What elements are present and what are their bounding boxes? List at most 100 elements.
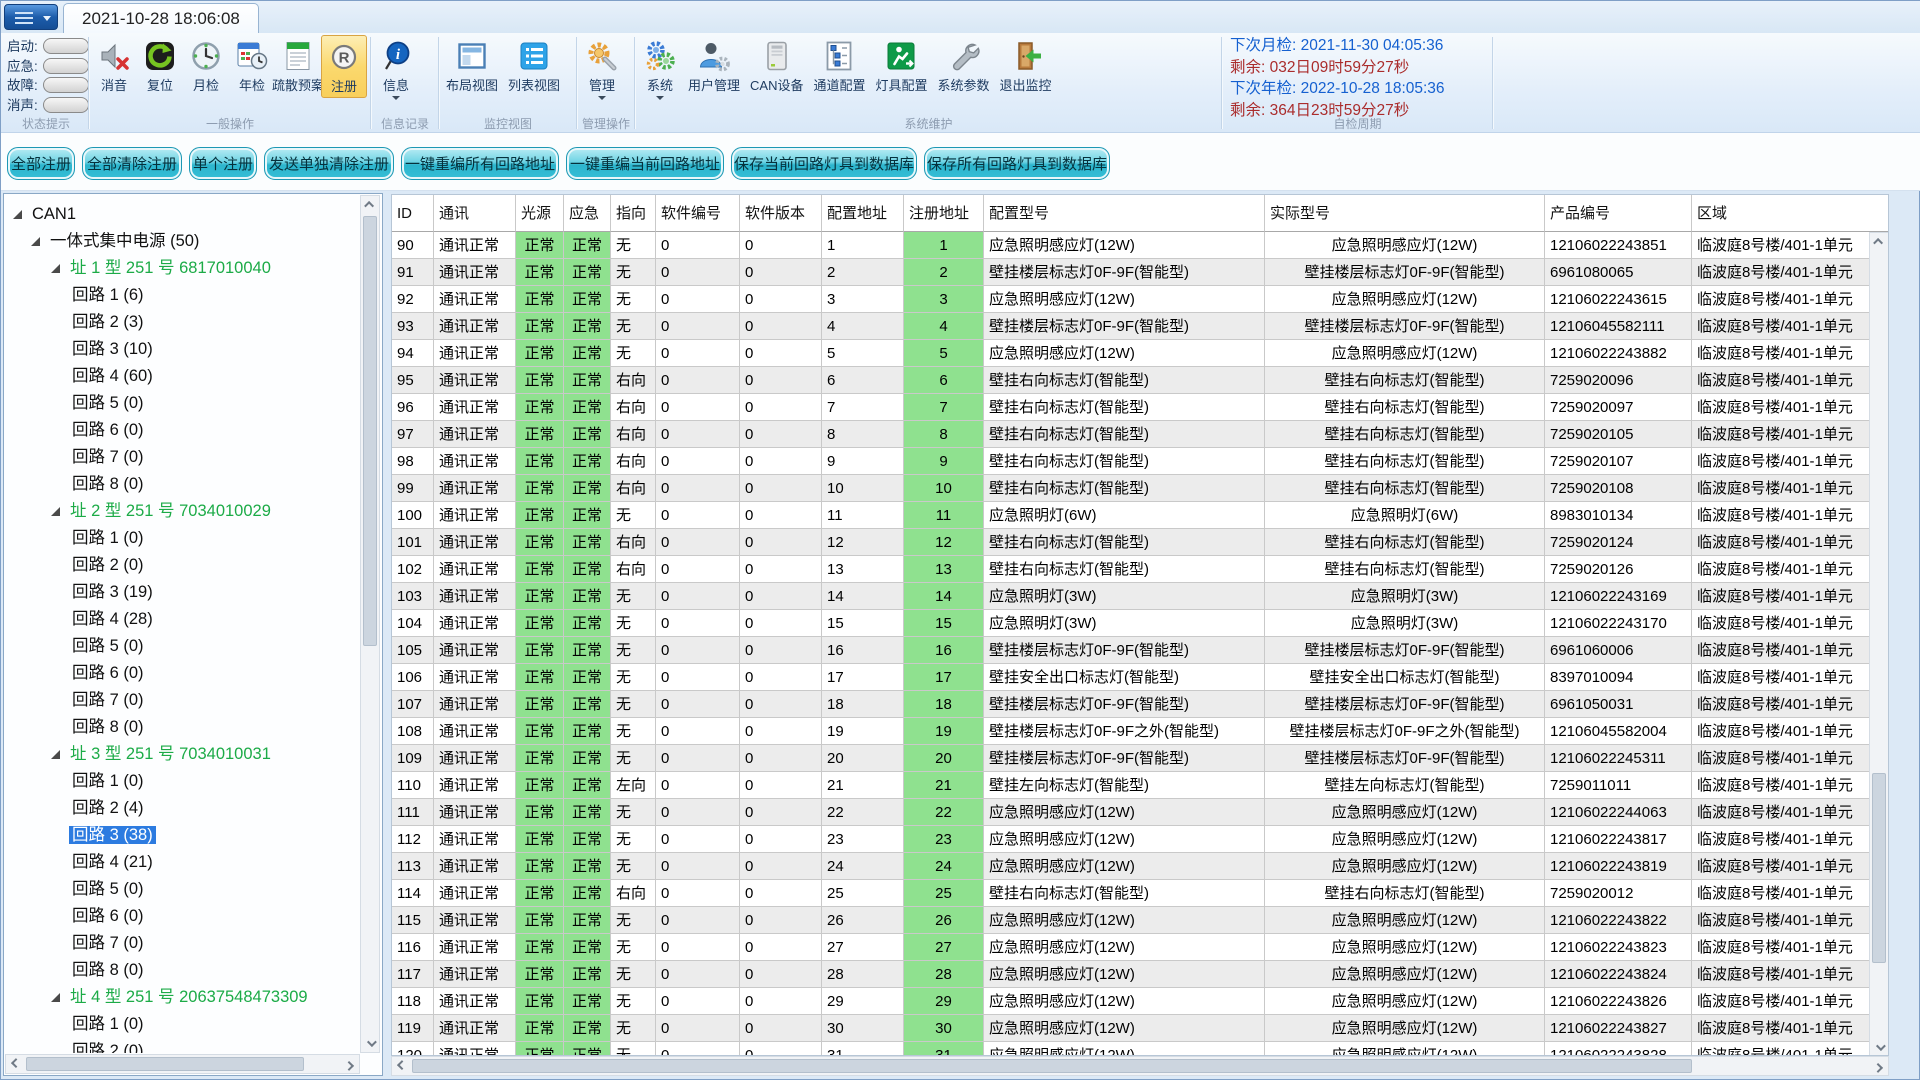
table-row[interactable]: 120通讯正常正常正常无003131应急照明感应灯(12W)应急照明感应灯(12… (392, 1042, 1889, 1056)
column-header-sw_no[interactable]: 软件编号 (656, 195, 740, 232)
table-row[interactable]: 107通讯正常正常正常无001818壁挂楼层标志灯0F-9F(智能型)壁挂楼层标… (392, 691, 1889, 718)
action-button-8[interactable]: 保存所有回路灯具到数据库 (924, 147, 1110, 180)
ribbon-button-system[interactable]: 系统 (637, 35, 683, 102)
table-row[interactable]: 102通讯正常正常正常右向001313壁挂右向标志灯(智能型)壁挂右向标志灯(智… (392, 556, 1889, 583)
action-button-3[interactable]: 单个注册 (189, 147, 257, 180)
ribbon-button-list-view[interactable]: 列表视图 (503, 35, 565, 96)
tree-node-circuit[interactable]: 回路 3 (38) (69, 822, 156, 849)
table-row[interactable]: 92通讯正常正常正常无0033应急照明感应灯(12W)应急照明感应灯(12W)1… (392, 286, 1889, 313)
tree-node-circuit[interactable]: 回路 1 (0) (69, 525, 147, 552)
table-row[interactable]: 103通讯正常正常正常无001414应急照明灯(3W)应急照明灯(3W)1210… (392, 583, 1889, 610)
ribbon-button-channel-config[interactable]: 通道配置 (808, 35, 870, 96)
ribbon-button-manage[interactable]: 管理 (579, 35, 625, 102)
tree-node-can1[interactable]: CAN1 (13, 201, 79, 228)
table-vscroll-thumb[interactable] (1872, 773, 1886, 963)
ribbon-button-can-device[interactable]: CAN设备 (745, 35, 808, 96)
scroll-left-icon[interactable] (6, 1055, 23, 1073)
tree-node-circuit[interactable]: 回路 2 (0) (69, 552, 147, 579)
ribbon-button-reset[interactable]: 复位 (137, 35, 183, 96)
column-header-dir[interactable]: 指向 (611, 195, 656, 232)
tree-node-circuit[interactable]: 回路 7 (0) (69, 930, 147, 957)
table-row[interactable]: 105通讯正常正常正常无001616壁挂楼层标志灯0F-9F(智能型)壁挂楼层标… (392, 637, 1889, 664)
table-row[interactable]: 117通讯正常正常正常无002828应急照明感应灯(12W)应急照明感应灯(12… (392, 961, 1889, 988)
table-hscroll-thumb[interactable] (412, 1059, 1692, 1073)
table-row[interactable]: 98通讯正常正常正常右向0099壁挂右向标志灯(智能型)壁挂右向标志灯(智能型)… (392, 448, 1889, 475)
column-header-cfg_model[interactable]: 配置型号 (984, 195, 1265, 232)
tree-node-circuit[interactable]: 回路 2 (4) (69, 795, 147, 822)
table-row[interactable]: 109通讯正常正常正常无002020壁挂楼层标志灯0F-9F(智能型)壁挂楼层标… (392, 745, 1889, 772)
tree-node-circuit[interactable]: 回路 2 (3) (69, 309, 147, 336)
column-header-reg_addr[interactable]: 注册地址 (904, 195, 984, 232)
table-row[interactable]: 93通讯正常正常正常无0044壁挂楼层标志灯0F-9F(智能型)壁挂楼层标志灯0… (392, 313, 1889, 340)
column-header-emg[interactable]: 应急 (564, 195, 611, 232)
tree-expander-icon[interactable] (51, 507, 60, 516)
tree-node-address[interactable]: 址 3 型 251 号 7034010031 (51, 741, 274, 768)
table-row[interactable]: 94通讯正常正常正常无0055应急照明感应灯(12W)应急照明感应灯(12W)1… (392, 340, 1889, 367)
tree-node-circuit[interactable]: 回路 1 (0) (69, 1011, 147, 1038)
action-button-1[interactable]: 全部注册 (7, 147, 75, 180)
table-row[interactable]: 100通讯正常正常正常无001111应急照明灯(6W)应急照明灯(6W)8983… (392, 502, 1889, 529)
tree-expander-icon[interactable] (31, 237, 40, 246)
tree-node-circuit[interactable]: 回路 4 (28) (69, 606, 156, 633)
tree-node-circuit[interactable]: 回路 6 (0) (69, 660, 147, 687)
column-header-area[interactable]: 区域 (1692, 195, 1889, 232)
tree-horizontal-scrollbar[interactable] (5, 1054, 360, 1074)
tree-expander-icon[interactable] (51, 750, 60, 759)
scroll-down-icon[interactable] (361, 1035, 379, 1052)
column-header-id[interactable]: ID (392, 195, 434, 232)
ribbon-button-mute[interactable]: 消音 (91, 35, 137, 96)
tree-node-circuit[interactable]: 回路 4 (60) (69, 363, 156, 390)
tree-node-address[interactable]: 址 4 型 251 号 20637548473309 (51, 984, 311, 1011)
column-header-light[interactable]: 光源 (516, 195, 564, 232)
table-row[interactable]: 104通讯正常正常正常无001515应急照明灯(3W)应急照明灯(3W)1210… (392, 610, 1889, 637)
table-row[interactable]: 110通讯正常正常正常左向002121壁挂左向标志灯(智能型)壁挂左向标志灯(智… (392, 772, 1889, 799)
tree-node-circuit[interactable]: 回路 2 (0) (69, 1038, 147, 1053)
tree-vscroll-thumb[interactable] (363, 216, 377, 646)
tree-node-address[interactable]: 址 1 型 251 号 6817010040 (51, 255, 274, 282)
table-row[interactable]: 113通讯正常正常正常无002424应急照明感应灯(12W)应急照明感应灯(12… (392, 853, 1889, 880)
table-row[interactable]: 108通讯正常正常正常无001919壁挂楼层标志灯0F-9F之外(智能型)壁挂楼… (392, 718, 1889, 745)
table-row[interactable]: 96通讯正常正常正常右向0077壁挂右向标志灯(智能型)壁挂右向标志灯(智能型)… (392, 394, 1889, 421)
tree-node-circuit[interactable]: 回路 5 (0) (69, 633, 147, 660)
table-row[interactable]: 116通讯正常正常正常无002727应急照明感应灯(12W)应急照明感应灯(12… (392, 934, 1889, 961)
column-header-sw_ver[interactable]: 软件版本 (740, 195, 822, 232)
datetime-tab[interactable]: 2021-10-28 18:06:08 (63, 3, 259, 33)
table-vertical-scrollbar[interactable] (1869, 232, 1889, 1056)
tree-node-circuit[interactable]: 回路 7 (0) (69, 444, 147, 471)
tree-node-circuit[interactable]: 回路 3 (10) (69, 336, 156, 363)
table-row[interactable]: 111通讯正常正常正常无002222应急照明感应灯(12W)应急照明感应灯(12… (392, 799, 1889, 826)
column-header-cfg_addr[interactable]: 配置地址 (822, 195, 904, 232)
column-header-product[interactable]: 产品编号 (1545, 195, 1692, 232)
tree-node-circuit[interactable]: 回路 4 (21) (69, 849, 156, 876)
tree-expander-icon[interactable] (51, 264, 60, 273)
ribbon-button-user-manage[interactable]: 用户管理 (683, 35, 745, 96)
table-row[interactable]: 91通讯正常正常正常无0022壁挂楼层标志灯0F-9F(智能型)壁挂楼层标志灯0… (392, 259, 1889, 286)
tree-node-circuit[interactable]: 回路 1 (6) (69, 282, 147, 309)
table-horizontal-scrollbar[interactable] (391, 1056, 1889, 1076)
tree-node-circuit[interactable]: 回路 7 (0) (69, 687, 147, 714)
table-row[interactable]: 106通讯正常正常正常无001717壁挂安全出口标志灯(智能型)壁挂安全出口标志… (392, 664, 1889, 691)
tree-node-circuit[interactable]: 回路 1 (0) (69, 768, 147, 795)
tree-node-circuit[interactable]: 回路 5 (0) (69, 390, 147, 417)
table-row[interactable]: 99通讯正常正常正常右向001010壁挂右向标志灯(智能型)壁挂右向标志灯(智能… (392, 475, 1889, 502)
scroll-up-icon[interactable] (1870, 233, 1888, 250)
tree-expander-icon[interactable] (51, 993, 60, 1002)
table-row[interactable]: 114通讯正常正常正常右向002525壁挂右向标志灯(智能型)壁挂右向标志灯(智… (392, 880, 1889, 907)
action-button-6[interactable]: 一键重编当前回路地址 (566, 147, 724, 180)
tree-node-circuit[interactable]: 回路 5 (0) (69, 876, 147, 903)
table-row[interactable]: 115通讯正常正常正常无002626应急照明感应灯(12W)应急照明感应灯(12… (392, 907, 1889, 934)
column-header-comm[interactable]: 通讯 (434, 195, 516, 232)
ribbon-button-info[interactable]: i信息 (373, 35, 419, 102)
tree-node-circuit[interactable]: 回路 3 (19) (69, 579, 156, 606)
table-row[interactable]: 112通讯正常正常正常无002323应急照明感应灯(12W)应急照明感应灯(12… (392, 826, 1889, 853)
scroll-right-icon[interactable] (342, 1055, 359, 1073)
table-row[interactable]: 101通讯正常正常正常右向001212壁挂右向标志灯(智能型)壁挂右向标志灯(智… (392, 529, 1889, 556)
column-header-act_model[interactable]: 实际型号 (1265, 195, 1545, 232)
scroll-up-icon[interactable] (361, 196, 379, 213)
tree-hscroll-thumb[interactable] (26, 1057, 304, 1071)
tree-node-circuit[interactable]: 回路 8 (0) (69, 714, 147, 741)
action-button-7[interactable]: 保存当前回路灯具到数据库 (731, 147, 917, 180)
tree-vertical-scrollbar[interactable] (360, 195, 380, 1053)
ribbon-button-exit-monitor[interactable]: 退出监控 (995, 35, 1057, 96)
ribbon-button-monthly-check[interactable]: 月检 (183, 35, 229, 96)
